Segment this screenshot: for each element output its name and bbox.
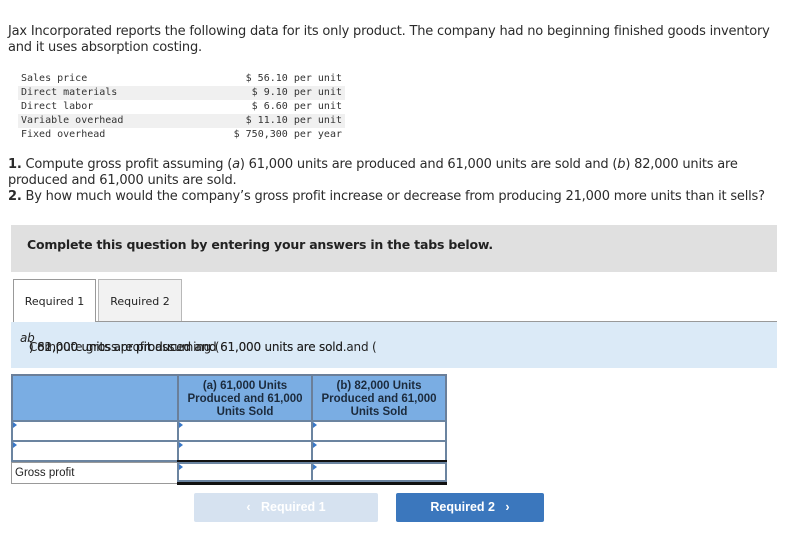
- column-header-a: (a) 61,000 Units Produced and 61,000 Uni…: [177, 374, 313, 422]
- cost-label: Variable overhead: [18, 114, 219, 128]
- row-1-a-input[interactable]: [177, 420, 313, 442]
- row-2-a-field[interactable]: [179, 442, 311, 460]
- input-marker-icon: [313, 464, 317, 470]
- cost-label: Sales price: [21, 73, 88, 84]
- row-2-label-input[interactable]: [11, 440, 179, 462]
- row-2-b-field[interactable]: [313, 442, 445, 460]
- gross-profit-a-input[interactable]: [177, 462, 313, 482]
- question-1: 1. Compute gross profit assuming (a) 61,…: [8, 157, 738, 188]
- input-marker-icon: [179, 442, 183, 448]
- question-list: 1. Compute gross profit assuming (a) 61,…: [8, 157, 788, 205]
- cost-value: $ 6.60 per unit: [251, 101, 342, 112]
- cost-row: Direct materials $ 9.10 per unit: [18, 86, 345, 100]
- input-marker-icon: [313, 442, 317, 448]
- prev-button-label: Required 1: [260, 500, 326, 514]
- header-blank: [11, 374, 179, 422]
- cost-label: Fixed overhead: [21, 129, 106, 140]
- row-1-label-field[interactable]: [13, 422, 177, 440]
- cost-label: Direct labor: [21, 101, 94, 112]
- dropdown-marker-icon: [13, 422, 17, 428]
- chevron-right-icon: ›: [505, 500, 510, 514]
- input-marker-icon: [313, 422, 317, 428]
- cost-value: $ 56.10 per unit: [245, 73, 342, 84]
- cost-value: $ 750,300 per year: [233, 129, 342, 140]
- gross-profit-b-input[interactable]: [311, 462, 447, 482]
- instruction-banner: Complete this question by entering your …: [11, 225, 777, 272]
- chevron-left-icon: ‹: [246, 500, 251, 514]
- gross-profit-label: Gross profit: [11, 462, 178, 484]
- row-1-b-field[interactable]: [313, 422, 445, 440]
- row-2-a-input[interactable]: [177, 440, 313, 462]
- cost-value: $ 9.10 per unit: [219, 86, 345, 100]
- input-marker-icon: [179, 464, 183, 470]
- cost-row: Fixed overhead $ 750,300 per year: [18, 128, 345, 142]
- question-2: 2. By how much would the company’s gross…: [8, 189, 765, 204]
- cost-value: $ 11.10 per unit: [219, 114, 345, 128]
- next-button-label: Required 2: [430, 500, 495, 514]
- instruction-text: Compute gross profit assuming (a) 61,000…: [20, 331, 377, 354]
- banner-text: Complete this question by entering your …: [27, 237, 493, 252]
- problem-intro: Jax Incorporated reports the following d…: [8, 24, 770, 55]
- row-1-label-input[interactable]: [11, 420, 179, 442]
- tab-required-2[interactable]: Required 2: [98, 279, 182, 322]
- prev-required-1-button[interactable]: ‹ Required 1: [194, 493, 378, 522]
- input-marker-icon: [179, 422, 183, 428]
- row-1-b-input[interactable]: [311, 420, 447, 442]
- cost-label: Direct materials: [18, 86, 219, 100]
- row-2-b-input[interactable]: [311, 440, 447, 462]
- cost-row: Sales price $ 56.10 per unit: [18, 72, 345, 86]
- gross-profit-a-field[interactable]: [179, 465, 311, 481]
- next-required-2-button[interactable]: Required 2 ›: [396, 493, 544, 522]
- cost-row: Direct labor $ 6.60 per unit: [18, 100, 345, 114]
- gross-profit-b-field[interactable]: [313, 465, 445, 481]
- column-header-b: (b) 82,000 Units Produced and 61,000 Uni…: [311, 374, 447, 422]
- cost-row: Variable overhead $ 11.10 per unit: [18, 114, 345, 128]
- row-2-label-field[interactable]: [13, 442, 177, 460]
- row-1-a-field[interactable]: [179, 422, 311, 440]
- cost-data-table: Sales price $ 56.10 per unit Direct mate…: [18, 72, 345, 142]
- tab-instruction: Compute gross profit assuming (a) 61,000…: [11, 322, 777, 368]
- total-double-line: [177, 482, 447, 485]
- tab-required-1[interactable]: Required 1: [13, 279, 96, 323]
- dropdown-marker-icon: [13, 442, 17, 448]
